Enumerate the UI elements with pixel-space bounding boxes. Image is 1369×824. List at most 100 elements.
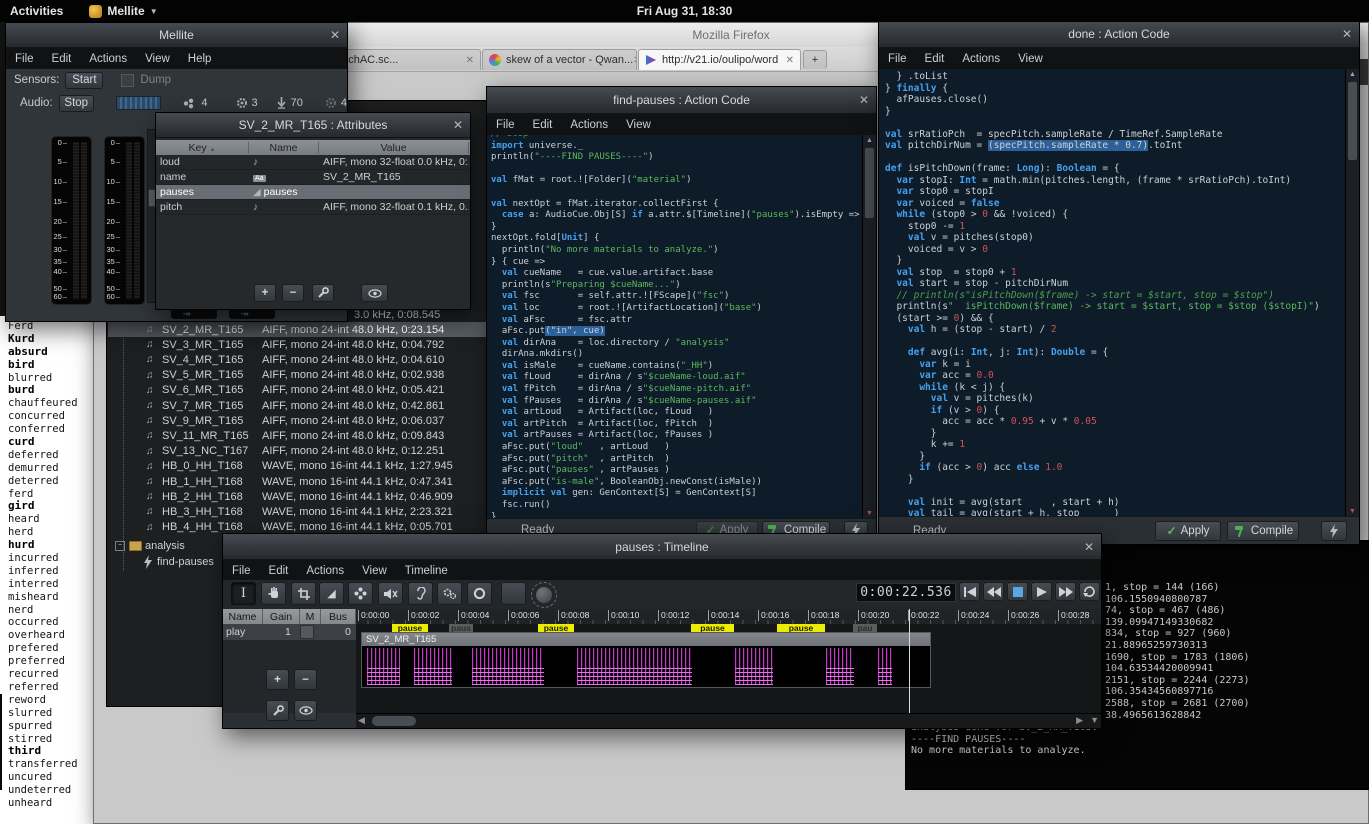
sensors-start-button[interactable]: Start [65, 72, 103, 89]
hand-tool-button[interactable] [261, 582, 286, 605]
menu-file[interactable]: File [879, 52, 916, 66]
menu-file[interactable]: File [487, 118, 524, 132]
close-icon[interactable]: ✕ [453, 113, 463, 137]
tree-row-SV_5_MR_T165[interactable]: ♫ SV_5_MR_T165 AIFF, mono 24-int 48.0 kH… [108, 368, 486, 383]
ibeam-tool-button[interactable]: I [231, 582, 256, 605]
dump-checkbox[interactable] [121, 74, 134, 87]
menu-edit[interactable]: Edit [916, 52, 954, 66]
column-header-value[interactable]: Value [319, 142, 469, 154]
tree-row-SV_2_MR_T165[interactable]: ♫ SV_2_MR_T165 AIFF, mono 24-int 48.0 kH… [108, 322, 486, 337]
tree-row-HB_3_HH_T168[interactable]: ♫ HB_3_HH_T168 WAVE, mono 16-int 44.1 kH… [108, 504, 486, 519]
audio-region[interactable]: SV_2_MR_T165 [361, 632, 931, 688]
tree-row-HB_1_HH_T168[interactable]: ♫ HB_1_HH_T168 WAVE, mono 16-int 44.1 kH… [108, 474, 486, 489]
region-header[interactable]: SV_2_MR_T165 [362, 633, 930, 646]
timeline-titlebar[interactable]: pauses : Timeline ✕ [223, 534, 1101, 560]
close-icon[interactable]: ✕ [1084, 534, 1094, 559]
tree-row-SV_13_NC_T167[interactable]: ♫ SV_13_NC_T167 AIFF, mono 24-int 48.0 k… [108, 444, 486, 459]
add-track-button[interactable]: + [266, 669, 289, 690]
to-start-button[interactable] [959, 582, 980, 601]
loop-button[interactable] [1079, 582, 1100, 601]
stop-button[interactable] [1007, 582, 1028, 601]
expander-icon[interactable]: − [115, 541, 125, 551]
fade-tool-button[interactable]: ◢ [319, 582, 344, 605]
close-icon[interactable]: ✕ [786, 55, 794, 66]
remove-track-button[interactable]: − [294, 669, 317, 690]
tree-row-SV_9_MR_T165[interactable]: ♫ SV_9_MR_T165 AIFF, mono 24-int 48.0 kH… [108, 413, 486, 428]
browser-tab-2[interactable]: skew of a vector - Qwan... ✕ [482, 49, 637, 70]
timeline-ruler[interactable]: 0:00:000:00:020:00:040:00:060:00:080:00:… [356, 609, 1101, 625]
apply-button[interactable]: ✓ Apply [1155, 521, 1221, 541]
patch-tool-button[interactable] [348, 582, 373, 605]
column-header-bus[interactable]: Bus [321, 609, 356, 624]
close-icon[interactable]: ✕ [466, 55, 474, 66]
mellite-titlebar[interactable]: Mellite ✕ [6, 23, 347, 48]
menu-view[interactable]: View [617, 118, 660, 132]
menu-view[interactable]: View [1009, 52, 1052, 66]
attribute-row-loud[interactable]: loud ♪ AIFF, mono 32-float 0.0 kHz, 0:..… [156, 155, 470, 170]
attributes-titlebar[interactable]: SV_2_MR_T165 : Attributes ✕ [156, 113, 470, 138]
compile-button[interactable]: Compile [1227, 521, 1299, 541]
attributes-table-header[interactable]: Key ▲NameValue [156, 140, 470, 155]
circle-tool-button[interactable] [467, 582, 492, 605]
tree-row-SV_4_MR_T165[interactable]: ♫ SV_4_MR_T165 AIFF, mono 24-int 48.0 kH… [108, 352, 486, 367]
gears-tool-button[interactable] [437, 582, 462, 605]
scrollbar[interactable]: ▲ ▼ [1345, 69, 1359, 517]
wrench-button[interactable] [312, 284, 334, 302]
menu-edit[interactable]: Edit [43, 52, 81, 66]
mute-tool-button[interactable] [378, 582, 403, 605]
menu-actions[interactable]: Actions [297, 564, 353, 578]
new-tab-button[interactable]: + [803, 50, 827, 69]
track-row-head[interactable]: play 1 0 [223, 624, 356, 640]
remove-attribute-button[interactable]: − [282, 284, 304, 302]
attribute-row-pauses[interactable]: pauses ◢ pauses [156, 185, 470, 200]
code-editor[interactable]: // stopimport universe._println("----FIN… [487, 135, 876, 519]
tree-row-SV_6_MR_T165[interactable]: ♫ SV_6_MR_T165 AIFF, mono 24-int 48.0 kH… [108, 383, 486, 398]
mute-toggle[interactable] [300, 625, 314, 639]
menu-timeline[interactable]: Timeline [396, 564, 457, 578]
run-bolt-button[interactable] [1321, 521, 1347, 541]
scrollbar[interactable]: ▲ ▼ [862, 135, 876, 519]
menu-actions[interactable]: Actions [561, 118, 617, 132]
scroll-right-icon[interactable]: ▶ [1076, 715, 1083, 726]
tree-row-SV_7_MR_T165[interactable]: ♫ SV_7_MR_T165 AIFF, mono 24-int 48.0 kH… [108, 398, 486, 413]
close-icon[interactable]: ✕ [859, 87, 869, 113]
menu-edit[interactable]: Edit [260, 564, 298, 578]
ear-tool-button[interactable] [408, 582, 433, 605]
menu-view[interactable]: View [136, 52, 179, 66]
menu-help[interactable]: Help [179, 52, 221, 66]
wrench-button[interactable] [266, 700, 289, 721]
menu-edit[interactable]: Edit [524, 118, 562, 132]
close-icon[interactable]: ✕ [330, 23, 340, 47]
tree-row-HB_2_HH_T168[interactable]: ♫ HB_2_HH_T168 WAVE, mono 16-int 44.1 kH… [108, 489, 486, 504]
browser-tab-3[interactable]: http://v21.io/oulipo/word ✕ [638, 49, 801, 70]
tree-row-SV_11_MR_T165[interactable]: ♫ SV_11_MR_T165 AIFF, mono 24-int 48.0 k… [108, 428, 486, 443]
column-header-name[interactable]: Name [249, 142, 319, 154]
scroll-left-icon[interactable]: ◀ [358, 715, 365, 726]
track-area[interactable]: pausepauspausepausepausepau SV_2_MR_T165 [356, 624, 1101, 713]
column-header-name[interactable]: Name [223, 609, 263, 624]
attribute-row-name[interactable]: name Aa SV_2_MR_T165 [156, 170, 470, 185]
wrench-tool-button[interactable] [501, 582, 526, 605]
crop-tool-button[interactable] [291, 582, 316, 605]
ffwd-button[interactable] [1055, 582, 1076, 601]
view-button[interactable] [361, 284, 388, 302]
menu-actions[interactable]: Actions [80, 52, 136, 66]
gain-knob[interactable] [531, 582, 557, 608]
column-header-gain[interactable]: Gain [263, 609, 300, 624]
rewind-button[interactable] [983, 582, 1004, 601]
tree-row-SV_3_MR_T165[interactable]: ♫ SV_3_MR_T165 AIFF, mono 24-int 48.0 kH… [108, 337, 486, 352]
menu-file[interactable]: File [223, 564, 260, 578]
audio-stop-button[interactable]: Stop [59, 95, 94, 112]
add-attribute-button[interactable]: + [254, 284, 276, 302]
code-editor[interactable]: } .toList} finally { afPauses.close()} v… [879, 69, 1359, 517]
menu-view[interactable]: View [353, 564, 396, 578]
menu-actions[interactable]: Actions [953, 52, 1009, 66]
h-scrollbar[interactable]: ◀ ▶ ▼ [356, 713, 1101, 728]
tree-row-HB_0_HH_T168[interactable]: ♫ HB_0_HH_T168 WAVE, mono 16-int 44.1 kH… [108, 459, 486, 474]
scroll-down-icon[interactable]: ▼ [1090, 715, 1099, 725]
menu-file[interactable]: File [6, 52, 43, 66]
column-header-key[interactable]: Key ▲ [156, 142, 249, 154]
view-button[interactable] [294, 700, 317, 721]
column-header-m[interactable]: M [300, 609, 321, 624]
attribute-row-pitch[interactable]: pitch ♪ AIFF, mono 32-float 0.1 kHz, 0..… [156, 200, 470, 215]
